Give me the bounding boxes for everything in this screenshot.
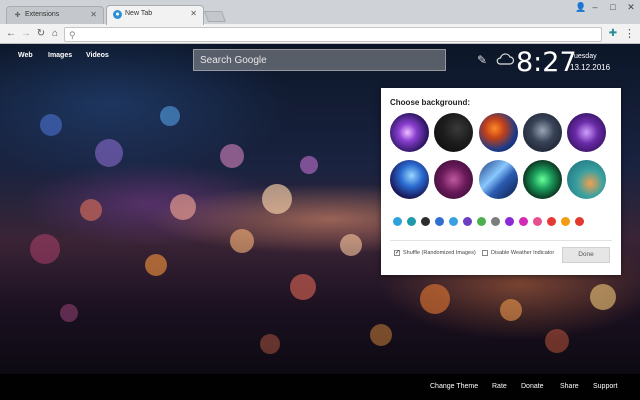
nav-link-web[interactable]: Web	[18, 52, 33, 59]
address-bar[interactable]: ⚲	[64, 27, 602, 42]
clock-time: 8:27	[516, 47, 577, 78]
bokeh-light	[545, 329, 569, 353]
color-swatch[interactable]	[393, 217, 402, 226]
background-thumbnail[interactable]	[567, 113, 606, 152]
close-tab-icon[interactable]: ✕	[190, 9, 197, 18]
color-swatch[interactable]	[407, 217, 416, 226]
color-swatch[interactable]	[463, 217, 472, 226]
color-swatch[interactable]	[477, 217, 486, 226]
color-swatch[interactable]	[575, 217, 584, 226]
forward-icon[interactable]: →	[20, 27, 32, 41]
background-thumbnail[interactable]	[434, 113, 473, 152]
bokeh-light	[370, 324, 392, 346]
background-thumbnail[interactable]	[567, 160, 606, 199]
tab-strip: ✚ Extensions ✕ ● New Tab ✕ 👤 – □ ✕	[0, 0, 640, 25]
background-thumbnail[interactable]	[479, 113, 518, 152]
disable-weather-label: Disable Weather Indicator	[491, 250, 555, 256]
search-icon: ⚲	[69, 30, 76, 40]
puzzle-icon: ✚	[14, 12, 21, 19]
bokeh-light	[40, 114, 62, 136]
close-tab-icon[interactable]: ✕	[90, 10, 97, 19]
background-thumbnail[interactable]	[523, 113, 562, 152]
background-thumbnail[interactable]	[523, 160, 562, 199]
bokeh-light	[30, 234, 60, 264]
menu-icon[interactable]: ⋮	[624, 27, 635, 41]
footer-link-support[interactable]: Support	[593, 383, 618, 390]
search-placeholder: Search Google	[200, 55, 267, 66]
color-swatch[interactable]	[435, 217, 444, 226]
reload-icon[interactable]: ↻	[35, 27, 47, 41]
maximize-icon[interactable]: □	[604, 0, 622, 14]
footer-link-rate[interactable]: Rate	[492, 383, 507, 390]
footer-link-share[interactable]: Share	[560, 383, 579, 390]
clock-date: 13.12.2016	[570, 63, 611, 72]
shuffle-checkbox[interactable]: ✓	[394, 250, 400, 256]
background-thumbnail[interactable]	[390, 113, 429, 152]
minimize-icon[interactable]: –	[586, 0, 604, 14]
bokeh-light	[260, 334, 280, 354]
panel-title: Choose background:	[390, 98, 471, 107]
bokeh-light	[170, 194, 196, 220]
tab-label: Extensions	[25, 11, 60, 18]
panel-divider	[390, 240, 612, 241]
color-swatch[interactable]	[533, 217, 542, 226]
extension-icon[interactable]: ✚	[607, 28, 619, 40]
bokeh-light	[230, 229, 254, 253]
color-swatch[interactable]	[421, 217, 430, 226]
cloud-icon[interactable]	[495, 51, 515, 67]
bokeh-light	[95, 139, 123, 167]
color-swatch[interactable]	[561, 217, 570, 226]
background-thumbnail[interactable]	[434, 160, 473, 199]
back-icon[interactable]: ←	[5, 27, 17, 41]
tab-label: New Tab	[125, 10, 153, 17]
color-swatch[interactable]	[519, 217, 528, 226]
bokeh-light	[340, 234, 362, 256]
close-window-icon[interactable]: ✕	[622, 0, 640, 14]
bokeh-light	[160, 106, 180, 126]
tab-extensions[interactable]: ✚ Extensions ✕	[6, 6, 104, 24]
bokeh-light	[500, 299, 522, 321]
newtab-favicon-icon: ●	[113, 10, 122, 19]
background-thumbnail[interactable]	[390, 160, 429, 199]
browser-chrome: ✚ Extensions ✕ ● New Tab ✕ 👤 – □ ✕ ← → ↻…	[0, 0, 640, 44]
toolbar: ← → ↻ ⌂ ⚲ ✚ ⋮	[0, 24, 640, 44]
footer-bar: Change Theme Rate Donate Share Support	[0, 374, 640, 400]
footer-link-change-theme[interactable]: Change Theme	[430, 383, 478, 390]
bokeh-light	[60, 304, 78, 322]
nav-link-videos[interactable]: Videos	[86, 52, 109, 59]
bokeh-light	[420, 284, 450, 314]
new-tab-page: Web Images Videos Search Google ✎ 8:27 T…	[0, 44, 640, 400]
bokeh-light	[262, 184, 292, 214]
bokeh-light	[80, 199, 102, 221]
bokeh-light	[220, 144, 244, 168]
color-swatch[interactable]	[491, 217, 500, 226]
paintbrush-icon[interactable]: ✎	[477, 53, 491, 67]
home-icon[interactable]: ⌂	[49, 27, 61, 41]
tab-new-tab[interactable]: ● New Tab ✕	[106, 5, 204, 25]
bokeh-light	[145, 254, 167, 276]
disable-weather-checkbox[interactable]	[482, 250, 488, 256]
shuffle-label: Shuffle (Randomized Images)	[403, 250, 476, 256]
search-input[interactable]: Search Google	[193, 49, 446, 71]
new-tab-button[interactable]	[203, 11, 227, 22]
color-swatch[interactable]	[449, 217, 458, 226]
done-button[interactable]: Done	[562, 247, 610, 263]
footer-link-donate[interactable]: Donate	[521, 383, 544, 390]
bokeh-light	[300, 156, 318, 174]
nav-link-images[interactable]: Images	[48, 52, 72, 59]
color-swatch[interactable]	[547, 217, 556, 226]
clock-day: Tuesday	[570, 53, 597, 60]
background-thumbnail[interactable]	[479, 160, 518, 199]
color-swatch[interactable]	[505, 217, 514, 226]
bokeh-light	[290, 274, 316, 300]
background-picker-panel: Choose background: ✓ Shuffle (Randomized…	[381, 88, 621, 275]
bokeh-light	[590, 284, 616, 310]
